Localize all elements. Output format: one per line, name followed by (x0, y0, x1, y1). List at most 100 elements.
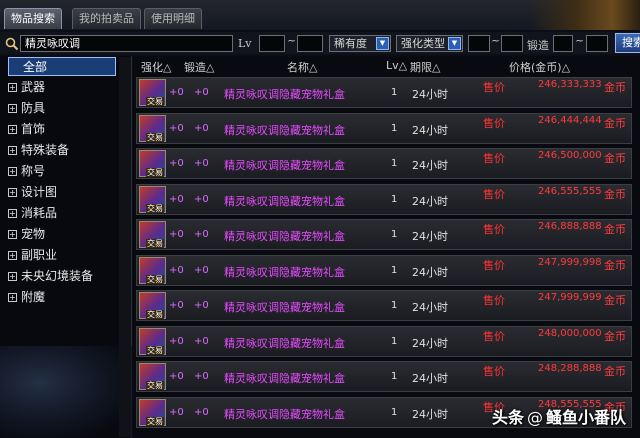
sidebar-item-category[interactable]: + 未央幻境装备 (8, 267, 116, 286)
table-row[interactable]: 交易 +0 +0 精灵咏叹调隐藏宠物礼盒 1 24小时 售价 248,288,888 金币 (136, 361, 632, 392)
search-input[interactable]: 精灵咏叹调 (20, 35, 233, 52)
table-row[interactable]: 交易 +0 +0 精灵咏叹调隐藏宠物礼盒 1 24小时 售价 246,888,888 金币 (136, 219, 632, 250)
enhance-value: +0 (169, 406, 184, 418)
col-header-lv[interactable]: Lv△ (386, 59, 407, 72)
expand-plus-icon[interactable]: + (8, 293, 17, 302)
forge-range-separator: ~ (575, 34, 585, 47)
enhance-type-select-value: 强化类型 (401, 37, 445, 50)
gift-box-icon: 交易 (139, 363, 166, 390)
lv-min-input[interactable] (259, 35, 285, 52)
tradable-tag: 交易 (146, 310, 164, 319)
sidebar-item-category[interactable]: + 设计图 (8, 183, 116, 202)
enhance-value: +0 (169, 87, 184, 98)
item-name: 精灵咏叹调隐藏宠物礼盒 (224, 159, 345, 172)
tradable-tag: 交易 (146, 381, 164, 390)
sidebar-item-category[interactable]: + 宠物 (8, 225, 116, 244)
watermark-right: 鳋鱼小番队 (546, 408, 627, 427)
table-row[interactable]: 交易 +0 +0 精灵咏叹调隐藏宠物礼盒 1 24小时 售价 247,999,999 金币 (136, 290, 632, 321)
gift-box-icon: 交易 (139, 221, 166, 248)
expand-plus-icon[interactable]: + (8, 230, 17, 239)
sidebar-item-label: 宠物 (21, 227, 46, 241)
table-row[interactable]: 交易 +0 +0 精灵咏叹调隐藏宠物礼盒 1 24小时 售价 247,999,998 金币 (136, 254, 632, 286)
sidebar-item-category[interactable]: + 防具 (8, 99, 116, 118)
forge-value: +0 (194, 158, 209, 169)
forge-label: 锻造 (527, 39, 549, 52)
sidebar-scrollbar[interactable] (119, 57, 131, 437)
tab-usage-details[interactable]: 使用明细 (144, 8, 202, 29)
tab-item-search[interactable]: 物品搜索 (4, 8, 62, 29)
item-duration: 24小时 (412, 265, 448, 279)
table-row[interactable]: 交易 +0 +0 精灵咏叹调隐藏宠物礼盒 1 24小时 售价 246,500,000 金币 (136, 148, 632, 179)
sidebar-item-category[interactable]: + 武器 (8, 78, 116, 97)
sidebar-item-label: 全部 (23, 60, 48, 74)
item-name: 精灵咏叹调隐藏宠物礼盒 (224, 301, 345, 314)
sidebar-item-category[interactable]: + 首饰 (8, 120, 116, 139)
price-currency: 金币 (604, 365, 626, 378)
sale-label: 售价 (483, 81, 505, 94)
expand-plus-icon[interactable]: + (8, 251, 17, 260)
enhance-range-separator: ~ (491, 34, 501, 47)
gift-box-icon: 交易 (139, 292, 166, 319)
lv-max-input[interactable] (297, 35, 323, 52)
item-name: 精灵咏叹调隐藏宠物礼盒 (224, 265, 345, 279)
gift-box-icon: 交易 (139, 256, 166, 284)
item-level: 1 (391, 229, 398, 240)
tradable-tag: 交易 (146, 416, 164, 426)
col-header-enhance[interactable]: 强化△ (141, 59, 171, 75)
enhance-value: +0 (169, 264, 184, 276)
col-header-price[interactable]: 价格(金币)△ (509, 59, 570, 75)
sidebar-item-label: 特殊装备 (21, 143, 70, 157)
expand-plus-icon[interactable]: + (8, 188, 17, 197)
expand-plus-icon[interactable]: + (8, 125, 17, 134)
forge-max-input[interactable] (586, 35, 608, 52)
gift-box-icon: 交易 (139, 114, 166, 142)
expand-plus-icon[interactable]: + (8, 146, 17, 155)
item-name: 精灵咏叹调隐藏宠物礼盒 (224, 372, 345, 385)
rarity-select[interactable]: 稀有度 ▼ (329, 35, 391, 52)
table-row[interactable]: 交易 +0 +0 精灵咏叹调隐藏宠物礼盒 1 24小时 售价 246,555,555 金币 (136, 183, 632, 215)
expand-plus-icon[interactable]: + (8, 209, 17, 218)
rarity-select-value: 稀有度 (334, 37, 367, 50)
sidebar-item-label: 副职业 (21, 248, 58, 262)
item-level: 1 (391, 87, 398, 98)
enhance-value: +0 (169, 193, 184, 205)
table-row[interactable]: 交易 +0 +0 精灵咏叹调隐藏宠物礼盒 1 24小时 售价 248,000,000 金币 (136, 325, 632, 357)
col-header-duration[interactable]: 期限△ (410, 59, 440, 75)
item-duration: 24小时 (412, 336, 448, 350)
sidebar-item-category[interactable]: + 特殊装备 (8, 141, 116, 160)
sale-label: 售价 (483, 187, 505, 201)
item-level: 1 (391, 371, 398, 382)
table-row[interactable]: 交易 +0 +0 精灵咏叹调隐藏宠物礼盒 1 24小时 售价 246,444,444 金币 (136, 112, 632, 144)
expand-plus-icon[interactable]: + (8, 83, 17, 92)
sidebar-item-label: 武器 (21, 80, 46, 94)
enhance-max-input[interactable] (501, 35, 523, 52)
expand-plus-icon[interactable]: + (8, 104, 17, 113)
sidebar-item-category[interactable]: + 副职业 (8, 246, 116, 265)
watermark: 头条 @ 鳋鱼小番队 (492, 404, 626, 428)
search-button[interactable]: 搜索 (615, 33, 640, 53)
table-row[interactable]: 交易 +0 +0 精灵咏叹调隐藏宠物礼盒 1 24小时 售价 246,333,333 金币 (136, 77, 632, 108)
item-price: 247,999,999 (538, 292, 602, 303)
forge-value: +0 (194, 122, 209, 134)
sidebar-item-category[interactable]: 全部 (8, 57, 116, 76)
enhance-value: +0 (169, 158, 184, 169)
col-header-name[interactable]: 名称△ (287, 59, 317, 75)
tradable-tag: 交易 (146, 97, 164, 106)
price-currency: 金币 (604, 81, 626, 94)
enhance-value: +0 (169, 335, 184, 347)
enhance-type-select[interactable]: 强化类型 ▼ (396, 35, 463, 52)
tab-my-auctions[interactable]: 我的拍卖品 (72, 8, 141, 29)
sidebar-item-category[interactable]: + 消耗品 (8, 204, 116, 223)
chevron-down-icon: ▼ (448, 37, 461, 50)
item-level: 1 (391, 264, 398, 276)
sidebar-item-category[interactable]: + 附魔 (8, 288, 116, 307)
col-header-forge[interactable]: 锻造△ (184, 59, 214, 75)
item-price: 246,888,888 (538, 221, 602, 232)
enhance-min-input[interactable] (468, 35, 490, 52)
expand-plus-icon[interactable]: + (8, 167, 17, 176)
item-duration: 24小时 (412, 407, 448, 421)
expand-plus-icon[interactable]: + (8, 272, 17, 281)
sidebar-item-category[interactable]: + 称号 (8, 162, 116, 181)
item-name: 精灵咏叹调隐藏宠物礼盒 (224, 88, 345, 101)
forge-min-input[interactable] (553, 35, 573, 52)
